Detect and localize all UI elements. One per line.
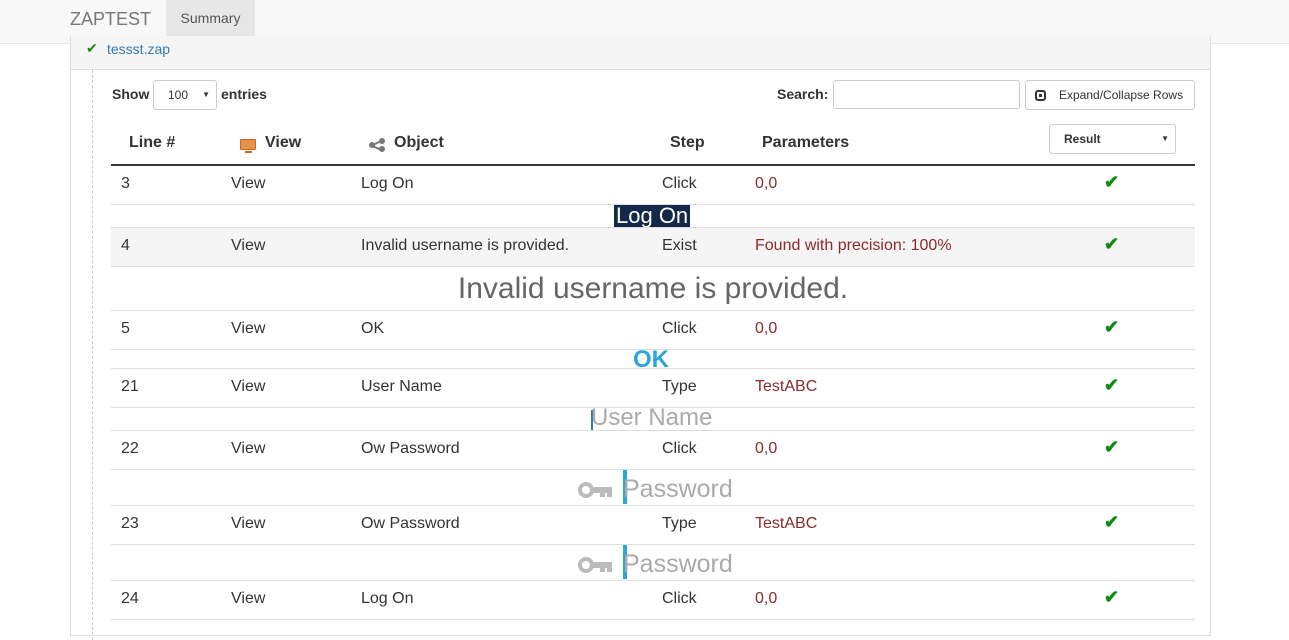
- cell-parameters: 0,0: [755, 175, 778, 192]
- pass-check-icon: ✔: [1104, 512, 1120, 532]
- cell-view: View: [231, 320, 266, 337]
- cell-view: View: [231, 378, 266, 395]
- cell-step: Click: [662, 175, 697, 192]
- object-preview: User Name: [111, 408, 1195, 431]
- cell-step: Type: [662, 378, 697, 395]
- cell-parameters: TestABC: [755, 515, 818, 532]
- cell-view: View: [231, 440, 266, 457]
- file-header[interactable]: ✔ tessst.zap: [71, 36, 1210, 70]
- monitor-icon: [240, 139, 256, 153]
- table-row[interactable]: 3 View Log On Click 0,0 ✔: [111, 166, 1195, 205]
- pass-check-icon: ✔: [1104, 587, 1120, 607]
- header-object[interactable]: Object: [394, 134, 444, 152]
- cell-step: Click: [662, 320, 697, 337]
- cell-view: View: [231, 175, 266, 192]
- entries-label: entries: [221, 86, 267, 102]
- expand-collapse-label: Expand/Collapse Rows: [1059, 88, 1184, 102]
- check-icon: ✔: [86, 40, 98, 56]
- cell-line: 4: [121, 237, 130, 254]
- file-name-link[interactable]: tessst.zap: [107, 41, 170, 57]
- preview-invalid-username-text: Invalid username is provided.: [457, 272, 849, 305]
- cell-parameters: TestABC: [755, 378, 818, 395]
- object-preview: Invalid username is provided.: [111, 267, 1195, 311]
- pass-check-icon: ✔: [1104, 317, 1120, 337]
- result-filter-select[interactable]: Result ▼: [1049, 124, 1176, 154]
- cell-object: Log On: [361, 590, 414, 607]
- preview-password-field-image: Password: [623, 550, 733, 578]
- show-label: Show: [112, 86, 150, 102]
- table-row[interactable]: 21 View User Name Type TestABC ✔: [111, 369, 1195, 408]
- caret-down-icon: ▼: [202, 90, 210, 99]
- object-preview: Password: [111, 545, 1195, 581]
- header-line[interactable]: Line #: [129, 134, 175, 152]
- tree-connector: [92, 70, 93, 640]
- brand-logo[interactable]: ZAPTEST: [70, 9, 151, 30]
- share-nodes-icon: [369, 138, 385, 152]
- header-step[interactable]: Step: [670, 134, 705, 152]
- entries-select-value: 100: [168, 88, 189, 102]
- cell-step: Exist: [662, 237, 697, 254]
- table-row[interactable]: 23 View Ow Password Type TestABC ✔: [111, 506, 1195, 545]
- pass-check-icon: ✔: [1104, 437, 1120, 457]
- cell-parameters: 0,0: [755, 440, 778, 457]
- cell-line: 24: [121, 590, 139, 607]
- table-header: Line # View Object Step Parameters Resul…: [111, 122, 1195, 166]
- table-row[interactable]: 24 View Log On Click 0,0 ✔: [111, 581, 1195, 620]
- object-preview: OK: [111, 350, 1195, 369]
- cell-object: OK: [361, 320, 385, 337]
- search-label: Search:: [777, 86, 829, 102]
- object-preview: Log On: [111, 205, 1195, 228]
- cell-parameters: Found with precision: 100%: [755, 237, 952, 254]
- pass-check-icon: ✔: [1104, 375, 1120, 395]
- collapse-square-icon: [1035, 90, 1046, 101]
- pass-check-icon: ✔: [1104, 172, 1120, 192]
- object-preview: Password: [111, 470, 1195, 506]
- preview-logon-button-image: Log On: [614, 205, 691, 228]
- header-view[interactable]: View: [265, 134, 301, 152]
- entries-select[interactable]: 100 ▼: [153, 80, 217, 110]
- preview-ok-button-image: OK: [633, 350, 669, 369]
- cell-view: View: [231, 515, 266, 532]
- cell-step: Click: [662, 590, 697, 607]
- key-icon: [578, 480, 614, 500]
- preview-password-field-image: Password: [623, 475, 733, 503]
- cell-view: View: [231, 590, 266, 607]
- table-row[interactable]: 5 View OK Click 0,0 ✔: [111, 311, 1195, 350]
- search-input[interactable]: [833, 80, 1020, 109]
- cell-step: Type: [662, 515, 697, 532]
- result-filter-value: Result: [1064, 132, 1101, 146]
- table-row[interactable]: 4 View Invalid username is provided. Exi…: [111, 228, 1195, 267]
- cell-object: Ow Password: [361, 440, 460, 457]
- cell-line: 22: [121, 440, 139, 457]
- cell-parameters: 0,0: [755, 320, 778, 337]
- cell-object: User Name: [361, 378, 442, 395]
- caret-down-icon: ▼: [1161, 134, 1169, 143]
- cell-line: 23: [121, 515, 139, 532]
- cell-object: Ow Password: [361, 515, 460, 532]
- key-icon: [578, 555, 614, 575]
- expand-collapse-button[interactable]: Expand/Collapse Rows: [1025, 80, 1195, 110]
- table-row[interactable]: 22 View Ow Password Click 0,0 ✔: [111, 431, 1195, 470]
- cell-object: Invalid username is provided.: [361, 237, 570, 254]
- preview-username-field-image: User Name: [591, 408, 713, 431]
- cell-step: Click: [662, 440, 697, 457]
- cell-view: View: [231, 237, 266, 254]
- cell-parameters: 0,0: [755, 590, 778, 607]
- cell-object: Log On: [361, 175, 414, 192]
- pass-check-icon: ✔: [1104, 234, 1120, 254]
- file-panel: ✔ tessst.zap Show 100 ▼ entries Search: …: [70, 36, 1211, 640]
- cell-line: 5: [121, 320, 130, 337]
- cell-line: 21: [121, 378, 139, 395]
- cell-line: 3: [121, 175, 130, 192]
- header-parameters[interactable]: Parameters: [762, 134, 849, 152]
